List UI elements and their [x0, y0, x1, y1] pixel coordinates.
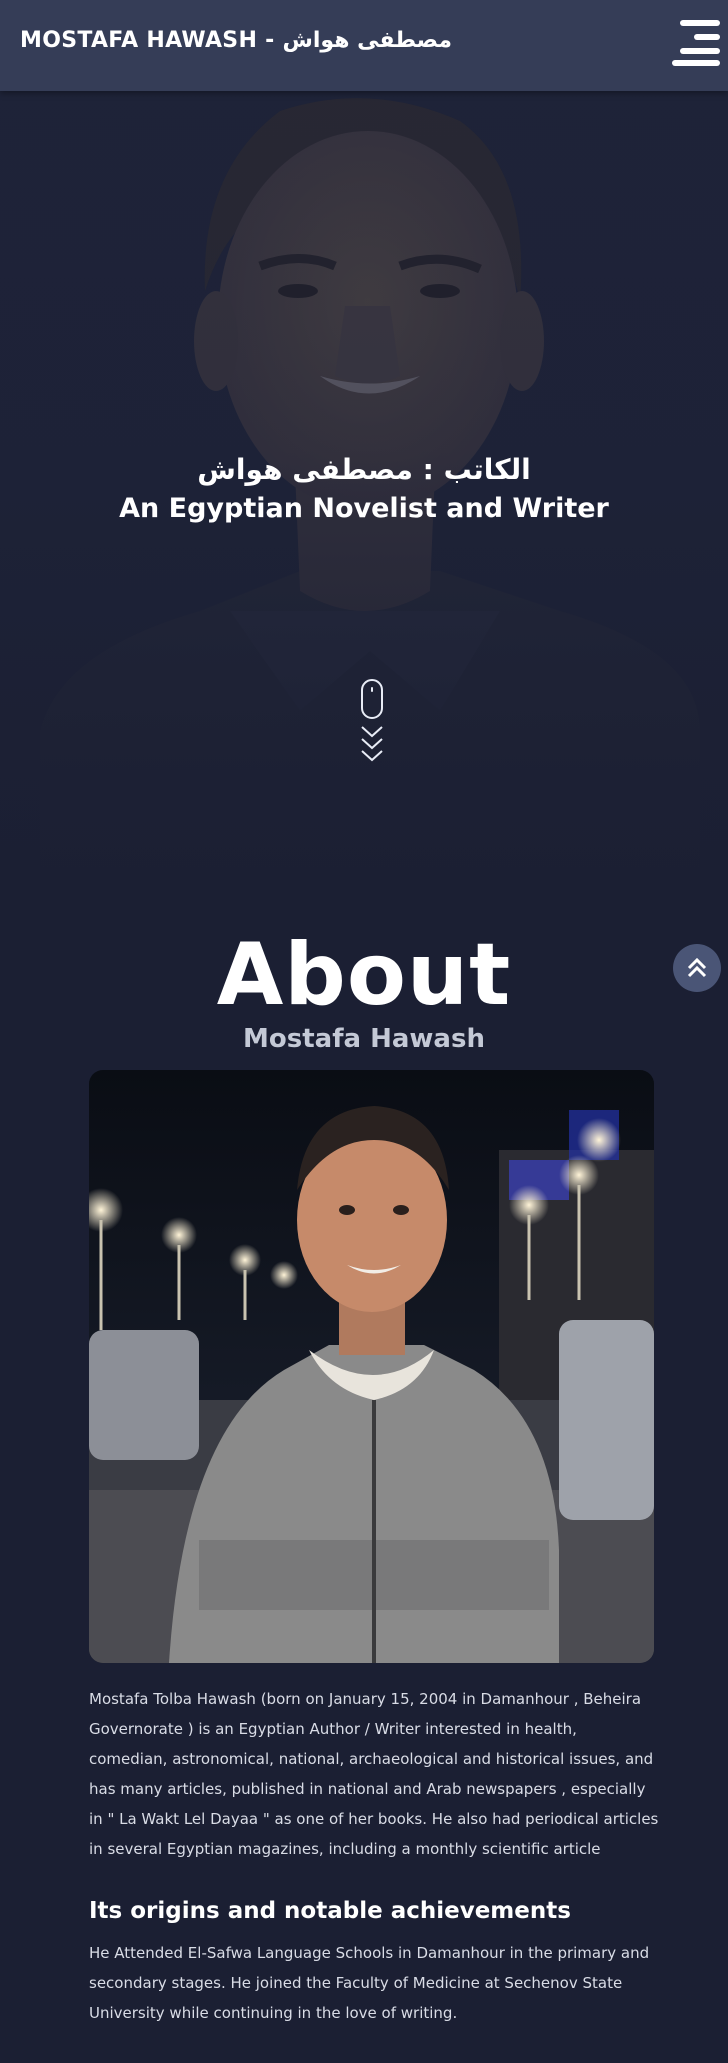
portrait-photo-image [89, 1070, 654, 1663]
site-brand[interactable]: MOSTAFA HAWASH - مصطفى هواش [20, 28, 452, 53]
top-navbar: MOSTAFA HAWASH - مصطفى هواش [0, 0, 728, 91]
mouse-scroll-icon[interactable] [361, 679, 383, 719]
about-subtitle: Mostafa Hawash [243, 1024, 485, 1054]
origins-paragraph: He Attended El-Safwa Language Schools in… [89, 1944, 650, 2022]
back-to-top-button[interactable] [673, 944, 721, 992]
double-chevron-up-icon [687, 957, 707, 978]
about-heading: About [216, 925, 512, 1025]
triple-chevron-down-icon[interactable] [361, 725, 383, 765]
hamburger-menu-icon[interactable] [672, 20, 720, 66]
about-photo [89, 1070, 654, 1663]
about-paragraph: Mostafa Tolba Hawash (born on January 15… [89, 1690, 659, 1858]
hero-heading: الكاتب : مصطفى هواش An Egyptian Novelist… [0, 451, 728, 529]
origins-heading: Its origins and notable achievements [89, 1898, 571, 1924]
hero-section: الكاتب : مصطفى هواش An Egyptian Novelist… [0, 91, 728, 891]
hero-english-title: An Egyptian Novelist and Writer [119, 493, 609, 524]
hero-arabic-title: الكاتب : مصطفى هواش [197, 453, 531, 486]
